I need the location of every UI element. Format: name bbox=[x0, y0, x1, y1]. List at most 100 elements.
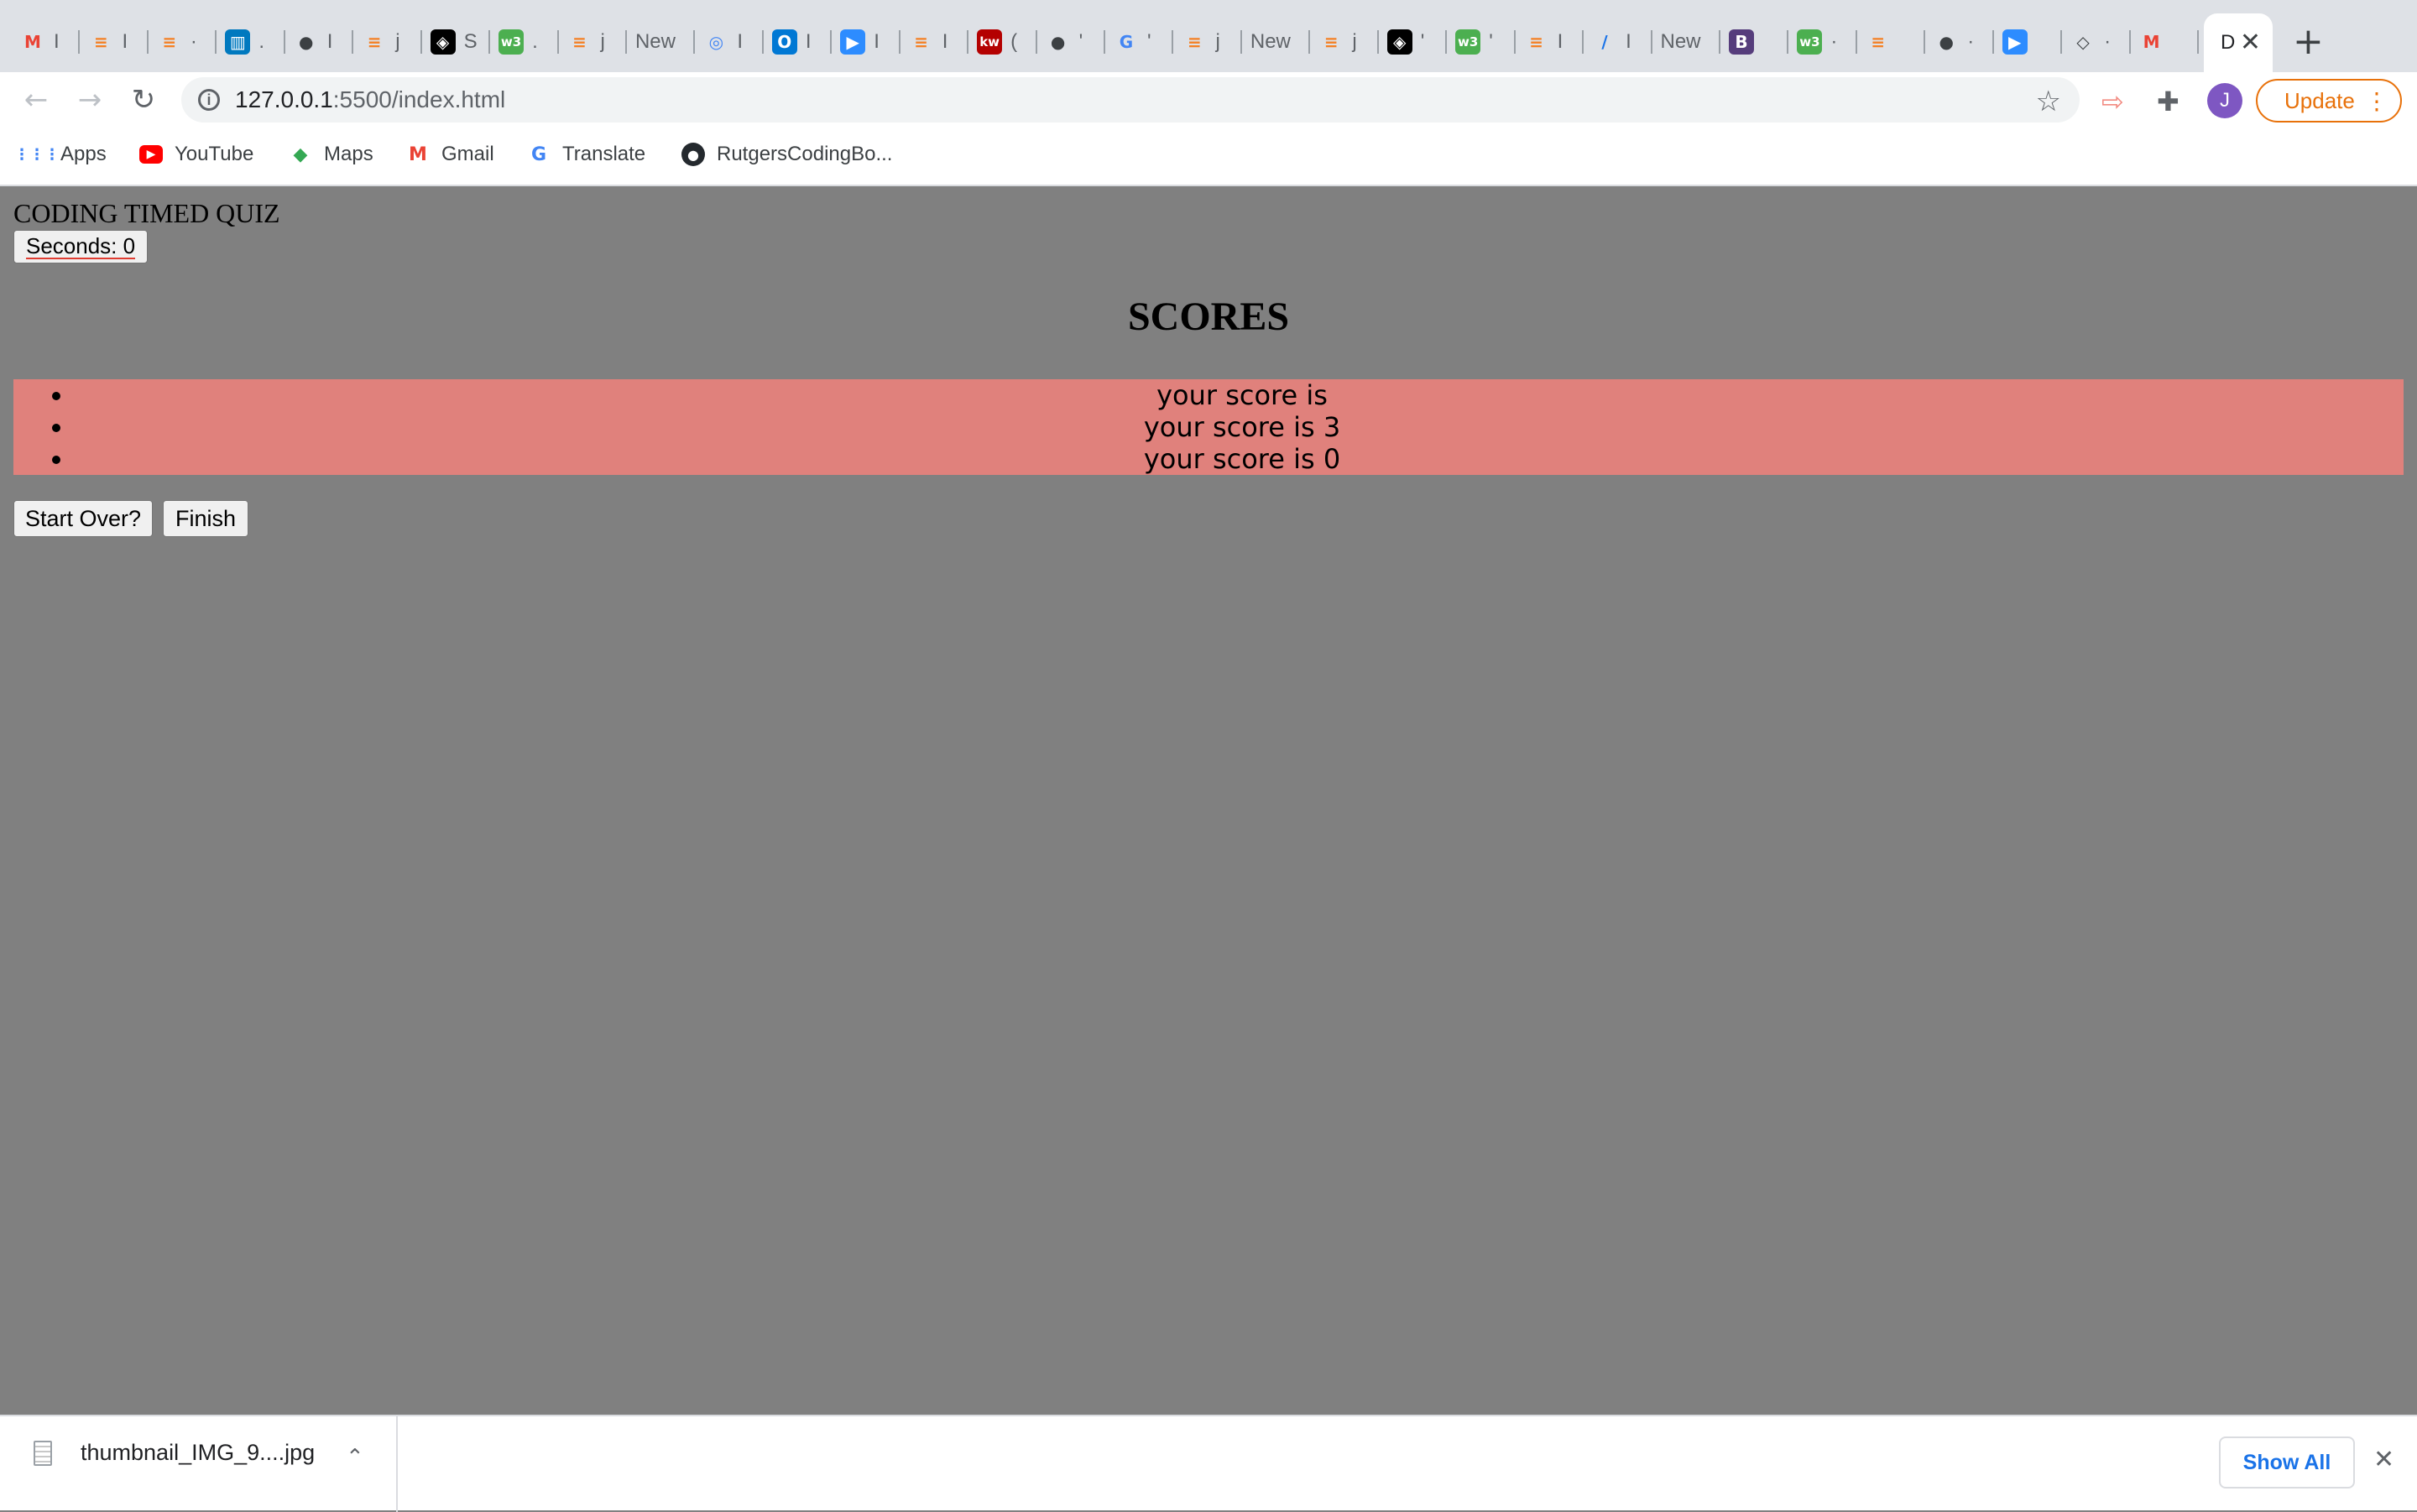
close-icon[interactable]: ✕ bbox=[2240, 30, 2261, 55]
browser-tab[interactable]: ◎ I bbox=[695, 20, 764, 64]
browser-tab[interactable]: / I bbox=[1584, 20, 1652, 64]
browser-tab[interactable]: ● ' bbox=[1037, 20, 1105, 64]
browser-tab[interactable]: New bbox=[627, 20, 696, 64]
tab-separator bbox=[488, 30, 491, 54]
reload-icon[interactable]: ↻ bbox=[126, 82, 161, 117]
browser-tab[interactable]: w3 ' bbox=[1447, 20, 1516, 64]
stackoverflow-icon: ≡ bbox=[162, 32, 177, 52]
zoom-icon: ▶ bbox=[840, 29, 866, 55]
timer-label: Seconds: 0 bbox=[26, 233, 136, 259]
browser-tab[interactable]: kw ( bbox=[968, 20, 1037, 64]
bookmark-star-icon[interactable]: ☆ bbox=[2036, 85, 2061, 118]
tab-separator bbox=[624, 30, 627, 54]
browser-tab[interactable]: ◇ · bbox=[2062, 20, 2131, 64]
tab-title: I bbox=[122, 30, 128, 53]
chevron-up-icon[interactable]: ⌃ bbox=[346, 1445, 364, 1470]
new-tab-plus-icon[interactable]: + bbox=[2293, 22, 2324, 62]
score-list: your score is your score is 3 your score… bbox=[13, 379, 2404, 475]
start-over-button[interactable]: Start Over? bbox=[13, 500, 153, 537]
cast-extension-icon[interactable]: ⇨ bbox=[2101, 86, 2124, 117]
tab-title: ' bbox=[1147, 30, 1151, 53]
close-icon[interactable]: ✕ bbox=[2373, 1445, 2394, 1474]
bookmark-rutgers[interactable]: ● RutgersCodingBo... bbox=[681, 143, 892, 166]
browser-tab[interactable]: ▶ bbox=[1994, 20, 2063, 64]
zoom-icon: ▶ bbox=[2002, 29, 2028, 55]
browser-tab[interactable]: OI bbox=[764, 20, 833, 64]
tab-title: j bbox=[600, 30, 605, 53]
tab-separator bbox=[2060, 30, 2063, 54]
trello-icon: ▥ bbox=[225, 29, 251, 55]
browser-tab[interactable]: ≡ I bbox=[1516, 20, 1584, 64]
tab-separator bbox=[1513, 30, 1516, 54]
tab-separator bbox=[1924, 30, 1926, 54]
outlook-icon: O bbox=[771, 29, 797, 55]
stackoverflow-icon: ≡ bbox=[1188, 32, 1202, 52]
extensions-puzzle-icon[interactable]: ✚ bbox=[2157, 86, 2179, 117]
list-item: your score is bbox=[13, 379, 2404, 411]
browser-tab[interactable]: ≡ I bbox=[80, 20, 149, 64]
bookmark-maps[interactable]: ◆ Maps bbox=[289, 143, 373, 166]
stackoverflow-icon: ≡ bbox=[1323, 32, 1339, 52]
tab-separator bbox=[967, 30, 969, 54]
tab-title: · bbox=[2104, 30, 2112, 53]
browser-tab[interactable]: MI bbox=[12, 20, 81, 64]
browser-tab[interactable]: ◈ S bbox=[422, 20, 491, 64]
browser-tab[interactable]: New bbox=[1242, 20, 1311, 64]
tab-separator bbox=[1855, 30, 1857, 54]
tab-separator bbox=[830, 30, 833, 54]
forward-arrow-icon[interactable]: → bbox=[72, 82, 107, 117]
browser-tab[interactable]: ≡ I bbox=[901, 20, 969, 64]
tab-separator bbox=[2197, 30, 2199, 54]
update-button[interactable]: Update ⋮ bbox=[2256, 79, 2402, 123]
bookmark-gmail[interactable]: M Gmail bbox=[406, 143, 494, 166]
browser-tab[interactable]: ▶ I bbox=[832, 20, 901, 64]
browser-tab[interactable]: w3 · bbox=[1788, 20, 1857, 64]
tab-separator bbox=[215, 30, 217, 54]
divider bbox=[396, 1416, 398, 1512]
back-arrow-icon[interactable]: ← bbox=[18, 82, 54, 117]
browser-tab[interactable]: ≡ j bbox=[353, 20, 422, 64]
tab-active[interactable]: D ✕ bbox=[2204, 13, 2273, 72]
bookmark-label: Apps bbox=[60, 143, 107, 165]
tab-separator bbox=[898, 30, 901, 54]
browser-tab[interactable]: ● · bbox=[1925, 20, 1994, 64]
browser-tab[interactable]: ≡ j bbox=[559, 20, 627, 64]
show-all-button[interactable]: Show All bbox=[2219, 1436, 2355, 1489]
page-content: CODING TIMED QUIZ Seconds: 0 SCORES your… bbox=[0, 186, 2417, 1415]
stackoverflow-icon: ≡ bbox=[1529, 32, 1543, 52]
bookmark-youtube[interactable]: ▶ YouTube bbox=[139, 143, 253, 166]
address-bar[interactable]: i 127.0.0.1 :5500/index.html ☆ bbox=[181, 77, 2080, 123]
browser-tab[interactable]: ◈ ' bbox=[1379, 20, 1448, 64]
timer-button[interactable]: Seconds: 0 bbox=[13, 230, 149, 263]
browser-tab[interactable]: ≡ j bbox=[1310, 20, 1379, 64]
tab-title: ( bbox=[1010, 30, 1018, 53]
download-item[interactable]: thumbnail_IMG_9....jpg bbox=[34, 1440, 315, 1466]
avatar[interactable]: J bbox=[2207, 83, 2242, 118]
browser-tab[interactable]: w3. bbox=[490, 20, 559, 64]
browser-tab[interactable]: New bbox=[1652, 20, 1720, 64]
tab-title: I bbox=[874, 30, 880, 53]
browser-tab[interactable]: ▥. bbox=[217, 20, 285, 64]
tab-separator bbox=[1718, 30, 1720, 54]
browser-tab[interactable]: ≡ j bbox=[1173, 20, 1242, 64]
bookmark-translate[interactable]: G Translate bbox=[527, 143, 645, 166]
tab-title: ' bbox=[1489, 30, 1493, 53]
browser-tab[interactable]: ≡ bbox=[1857, 20, 1926, 64]
info-icon[interactable]: i bbox=[198, 89, 220, 111]
browser-tab[interactable]: ● I bbox=[285, 20, 354, 64]
browser-tab[interactable]: ≡ · bbox=[149, 20, 217, 64]
tab-title: S bbox=[463, 30, 478, 53]
browser-tab[interactable]: G ' bbox=[1105, 20, 1174, 64]
browser-tab[interactable]: B bbox=[1720, 20, 1789, 64]
browser-tab[interactable]: M bbox=[2131, 20, 2199, 64]
bookmark-apps[interactable]: ⋮⋮⋮ Apps bbox=[14, 143, 107, 166]
tab-title: New bbox=[1250, 30, 1291, 53]
tab-separator bbox=[1172, 30, 1174, 54]
finish-button[interactable]: Finish bbox=[163, 500, 248, 537]
url-path: :5500/index.html bbox=[332, 86, 506, 112]
list-item: your score is 3 bbox=[13, 411, 2404, 443]
tab-separator bbox=[1240, 30, 1242, 54]
stackoverflow-icon: ≡ bbox=[367, 32, 382, 52]
tab-title: ' bbox=[1078, 30, 1083, 53]
bookmark-label: Gmail bbox=[441, 143, 494, 165]
